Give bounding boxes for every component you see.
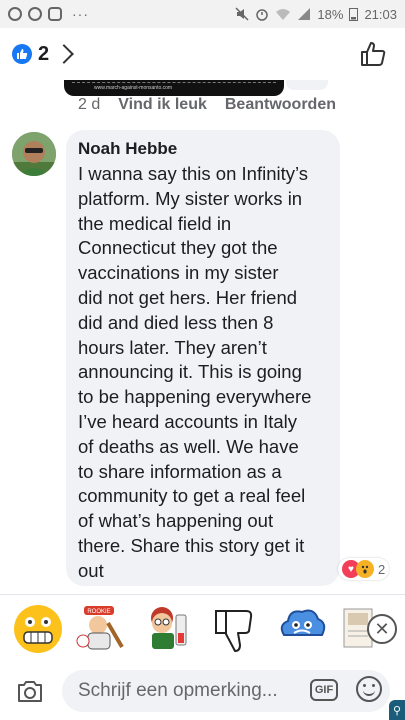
comment-text-line: did not get hers. Her friend bbox=[78, 286, 298, 308]
wow-reaction-icon bbox=[356, 560, 374, 578]
battery-icon bbox=[349, 8, 359, 21]
comment-text-line: hours later. They aren’t bbox=[78, 336, 267, 358]
comment-text-line: of what’s happening out bbox=[78, 510, 274, 532]
whatsapp-icon bbox=[8, 7, 22, 21]
gif-icon[interactable]: GIF bbox=[310, 679, 338, 701]
reaction-count[interactable]: 2 bbox=[38, 43, 49, 66]
instagram-icon bbox=[48, 7, 62, 21]
like-badge-icon[interactable] bbox=[12, 44, 32, 64]
comment-text: I wanna say this on Infinity’s platform. … bbox=[78, 162, 334, 584]
comment-text-line: I wanna say this on Infinity’s bbox=[78, 163, 309, 184]
emoji-icon[interactable] bbox=[356, 676, 382, 702]
previous-comment-image[interactable]: www.march-against-monsanto.com bbox=[64, 80, 284, 96]
signal-icon bbox=[298, 8, 311, 20]
comment-text-line: did and died less then 8 bbox=[78, 311, 274, 333]
baseball-character-sticker[interactable]: ROOKIE bbox=[74, 603, 126, 655]
camera-icon[interactable] bbox=[16, 678, 44, 704]
blue-cloud-sticker[interactable] bbox=[276, 603, 328, 655]
comment-input[interactable]: Schrijf een opmerking... GIF bbox=[62, 670, 390, 712]
comment-text-line: Connecticut they got the bbox=[78, 237, 278, 259]
reply-link[interactable]: Beantwoorden bbox=[225, 96, 336, 114]
reaction-count-label: 2 bbox=[378, 561, 386, 577]
sticker-badge: ROOKIE bbox=[87, 609, 110, 615]
comment-input-placeholder: Schrijf een opmerking... bbox=[78, 680, 278, 701]
comment-text-line: there. Share this story get it bbox=[78, 534, 305, 556]
thumbs-up-outline-icon[interactable] bbox=[359, 40, 387, 68]
clock: 21:03 bbox=[364, 6, 397, 22]
comments-header: 2 bbox=[0, 28, 405, 80]
comment-text-line: I’ve heard accounts in Italy bbox=[78, 410, 298, 432]
comment-text-line: platform. My sister works in bbox=[78, 187, 303, 209]
comment-text-line: the medical field in bbox=[78, 212, 232, 234]
comment-text-line: community to get a real feel bbox=[78, 485, 306, 507]
comment-text-line: of deaths as well. We have bbox=[78, 435, 299, 457]
close-sticker-tray-button[interactable]: ✕ bbox=[367, 614, 397, 644]
accessibility-badge-icon[interactable]: ⚲ bbox=[389, 700, 405, 720]
sticker-tray: ROOKIE bbox=[0, 594, 405, 663]
messenger-icon bbox=[28, 7, 42, 21]
comment-text-line: to share information as a bbox=[78, 460, 282, 482]
cartoon-kid-sticker[interactable] bbox=[140, 603, 192, 655]
comment-bubble[interactable]: Noah Hebbe I wanna say this on Infinity’… bbox=[66, 130, 340, 586]
alarm-icon bbox=[256, 9, 269, 21]
wifi-icon bbox=[276, 9, 291, 20]
comment-text-line: out bbox=[78, 559, 104, 581]
comment-author[interactable]: Noah Hebbe bbox=[78, 138, 328, 160]
grimace-emoji-sticker[interactable] bbox=[12, 603, 64, 655]
status-bar: ··· 18% 21:03 bbox=[0, 0, 405, 28]
comment-timestamp: 2 d bbox=[78, 96, 101, 113]
comment-text-line: vaccinations in my sister bbox=[78, 262, 279, 284]
comment-text-line: announcing it. This is going bbox=[78, 361, 302, 383]
comment-reactions[interactable]: ♥ 2 bbox=[338, 558, 390, 580]
chevron-right-icon[interactable] bbox=[54, 44, 75, 64]
previous-comment-actions: 2 d Vind ik leuk Beantwoorden bbox=[78, 96, 336, 114]
comment-text-line: to be happening everywhere bbox=[78, 386, 312, 408]
comment-composer: Schrijf een opmerking... GIF bbox=[0, 662, 405, 720]
thumbs-down-sticker[interactable] bbox=[208, 603, 260, 655]
like-link[interactable]: Vind ik leuk bbox=[118, 96, 207, 114]
more-notifications: ··· bbox=[72, 6, 89, 22]
close-icon: ✕ bbox=[374, 618, 390, 639]
image-caption: www.march-against-monsanto.com bbox=[94, 85, 173, 91]
previous-comment-reactions[interactable] bbox=[286, 80, 328, 90]
avatar[interactable] bbox=[12, 132, 56, 176]
battery-level: 18% bbox=[317, 6, 344, 22]
gif-label: GIF bbox=[314, 684, 334, 696]
mute-icon bbox=[235, 7, 249, 21]
